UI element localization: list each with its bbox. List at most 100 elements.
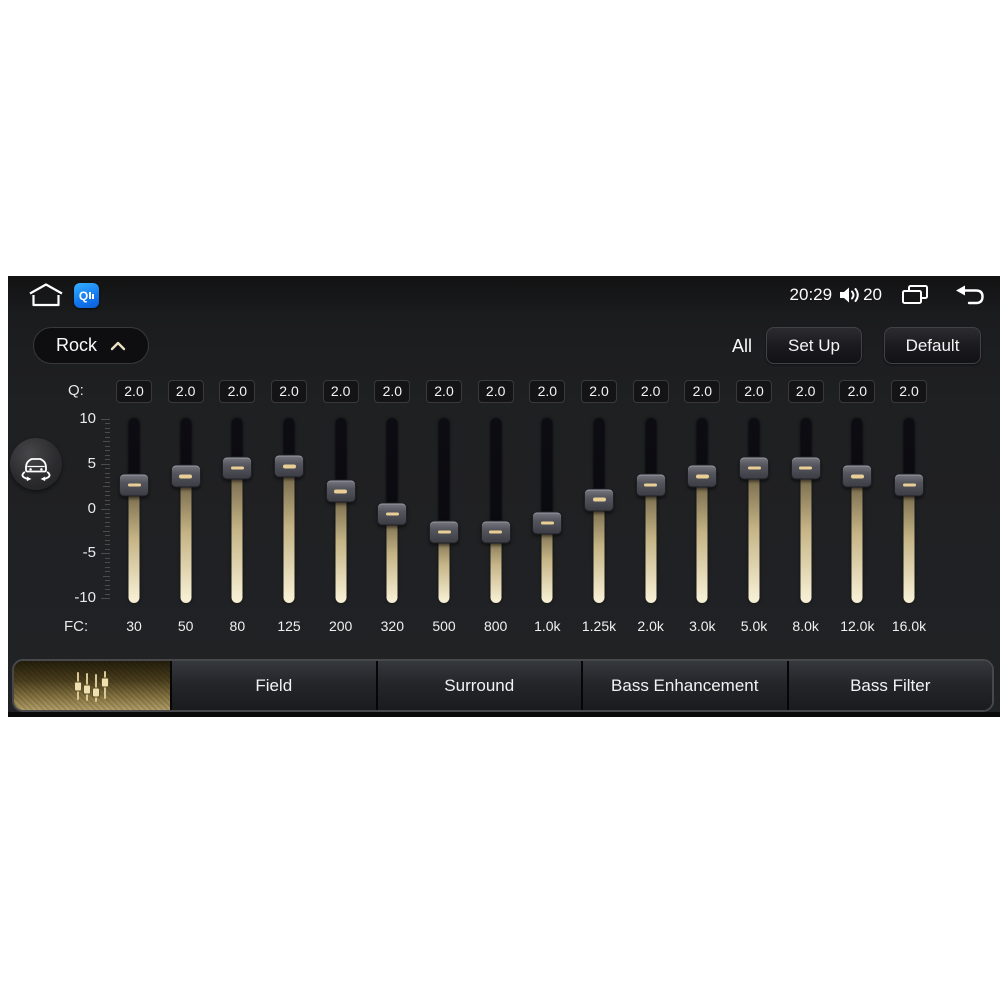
q-value-500[interactable]: 2.0 bbox=[426, 380, 462, 403]
slider-handle-125[interactable] bbox=[274, 454, 304, 478]
handle-grip bbox=[747, 466, 761, 470]
tab-equalizer[interactable] bbox=[14, 661, 170, 710]
slider-track-12.0k[interactable] bbox=[851, 418, 863, 603]
axis-label-10: 10 bbox=[79, 410, 96, 427]
slider-fill bbox=[386, 513, 398, 603]
axis-tick bbox=[105, 512, 110, 514]
bottom-tab-bar: Field Surround Bass Enhancement Bass Filter bbox=[12, 659, 994, 712]
axis-tick bbox=[105, 584, 110, 586]
slider-handle-50[interactable] bbox=[170, 464, 201, 488]
panel-bottom-edge bbox=[8, 712, 1000, 717]
q-value-800[interactable]: 2.0 bbox=[477, 380, 514, 403]
axis-tick bbox=[103, 486, 110, 488]
slider-fill bbox=[283, 466, 295, 603]
axis-tick bbox=[103, 530, 110, 532]
handle-grip bbox=[850, 474, 864, 479]
axis-tick bbox=[101, 508, 110, 510]
axis-tick bbox=[105, 580, 110, 582]
q-value-80[interactable]: 2.0 bbox=[219, 380, 256, 403]
slider-fill bbox=[851, 476, 863, 603]
slider-track-125[interactable] bbox=[283, 418, 295, 603]
slider-fill bbox=[696, 476, 708, 603]
handle-grip bbox=[902, 483, 916, 487]
axis-tick bbox=[103, 441, 110, 443]
slider-track-3.0k[interactable] bbox=[696, 418, 708, 603]
axis-tick bbox=[105, 468, 110, 470]
axis-tick bbox=[105, 526, 110, 528]
slider-track-8.0k[interactable] bbox=[800, 418, 812, 603]
handle-grip bbox=[334, 489, 348, 494]
slider-track-500[interactable] bbox=[438, 418, 450, 603]
q-value-1.25k[interactable]: 2.0 bbox=[581, 380, 617, 403]
q-value-320[interactable]: 2.0 bbox=[374, 380, 411, 403]
handle-grip bbox=[540, 521, 554, 525]
axis-tick bbox=[105, 566, 110, 568]
axis-label-0: 0 bbox=[87, 499, 96, 517]
q-value-200[interactable]: 2.0 bbox=[322, 380, 359, 403]
axis-tick bbox=[105, 593, 110, 595]
tab-bass-enhancement[interactable]: Bass Enhancement bbox=[581, 661, 787, 710]
axis-tick bbox=[105, 459, 110, 461]
q-value-1.0k[interactable]: 2.0 bbox=[529, 380, 566, 403]
slider-track-2.0k[interactable] bbox=[645, 418, 657, 603]
slider-handle-80[interactable] bbox=[222, 456, 253, 480]
handle-grip bbox=[385, 512, 399, 516]
slider-fill bbox=[903, 485, 915, 603]
q-value-12.0k[interactable]: 2.0 bbox=[839, 380, 876, 403]
q-value-3.0k[interactable]: 2.0 bbox=[684, 380, 721, 403]
slider-track-30[interactable] bbox=[128, 418, 140, 603]
q-value-50[interactable]: 2.0 bbox=[167, 380, 204, 403]
q-value-16.0k[interactable]: 2.0 bbox=[891, 380, 927, 403]
q-value-8.0k[interactable]: 2.0 bbox=[787, 380, 824, 403]
slider-handle-2.0k[interactable] bbox=[635, 473, 666, 497]
slider-handle-1.25k[interactable] bbox=[584, 488, 614, 512]
axis-label--5: -5 bbox=[82, 544, 96, 562]
q-value-2.0k[interactable]: 2.0 bbox=[632, 380, 669, 403]
axis-tick bbox=[105, 535, 110, 537]
slider-handle-8.0k[interactable] bbox=[790, 456, 821, 480]
slider-handle-1.0k[interactable] bbox=[532, 511, 563, 535]
handle-grip bbox=[799, 466, 813, 470]
slider-handle-500[interactable] bbox=[429, 520, 459, 544]
equalizer-area: 10 5 0 -5 -10 2.0 30 2.0 50 2.0 80 2.0 125 2.0 200 2.0 3… bbox=[8, 276, 1000, 717]
axis-tick bbox=[101, 419, 110, 420]
car-surround-button[interactable] bbox=[10, 438, 62, 490]
q-value-5.0k[interactable]: 2.0 bbox=[736, 380, 772, 403]
car-surround-icon bbox=[21, 458, 51, 482]
handle-grip bbox=[230, 466, 244, 470]
slider-handle-30[interactable] bbox=[119, 473, 149, 497]
axis-tick bbox=[105, 436, 110, 438]
slider-handle-12.0k[interactable] bbox=[842, 464, 873, 488]
q-value-30[interactable]: 2.0 bbox=[116, 380, 152, 403]
slider-fill bbox=[593, 499, 605, 603]
slider-fill bbox=[335, 491, 347, 603]
slider-track-80[interactable] bbox=[231, 418, 243, 603]
slider-track-16.0k[interactable] bbox=[903, 418, 915, 603]
slider-handle-800[interactable] bbox=[480, 520, 511, 544]
handle-grip bbox=[179, 474, 193, 479]
axis-tick bbox=[105, 481, 110, 483]
tab-surround[interactable]: Surround bbox=[375, 661, 581, 710]
slider-track-50[interactable] bbox=[180, 418, 192, 603]
slider-handle-200[interactable] bbox=[325, 479, 356, 503]
q-value-125[interactable]: 2.0 bbox=[271, 380, 307, 403]
handle-grip bbox=[592, 497, 606, 502]
slider-track-200[interactable] bbox=[335, 418, 347, 603]
tab-bass-filter[interactable]: Bass Filter bbox=[786, 661, 992, 710]
axis-label-5: 5 bbox=[87, 454, 96, 472]
tab-field[interactable]: Field bbox=[170, 661, 376, 710]
slider-handle-320[interactable] bbox=[377, 502, 408, 526]
axis-tick bbox=[105, 589, 110, 591]
slider-handle-3.0k[interactable] bbox=[687, 464, 718, 488]
slider-track-5.0k[interactable] bbox=[748, 418, 760, 603]
slider-fill bbox=[541, 522, 553, 603]
axis-tick bbox=[105, 544, 110, 546]
axis-tick bbox=[105, 499, 110, 501]
slider-handle-16.0k[interactable] bbox=[894, 473, 924, 497]
axis-tick bbox=[103, 575, 110, 577]
freq-label-16.0k: 16.0k bbox=[891, 618, 927, 634]
slider-handle-5.0k[interactable] bbox=[739, 456, 769, 480]
slider-track-800[interactable] bbox=[490, 418, 502, 603]
handle-grip bbox=[489, 530, 503, 534]
axis-tick bbox=[105, 477, 110, 479]
